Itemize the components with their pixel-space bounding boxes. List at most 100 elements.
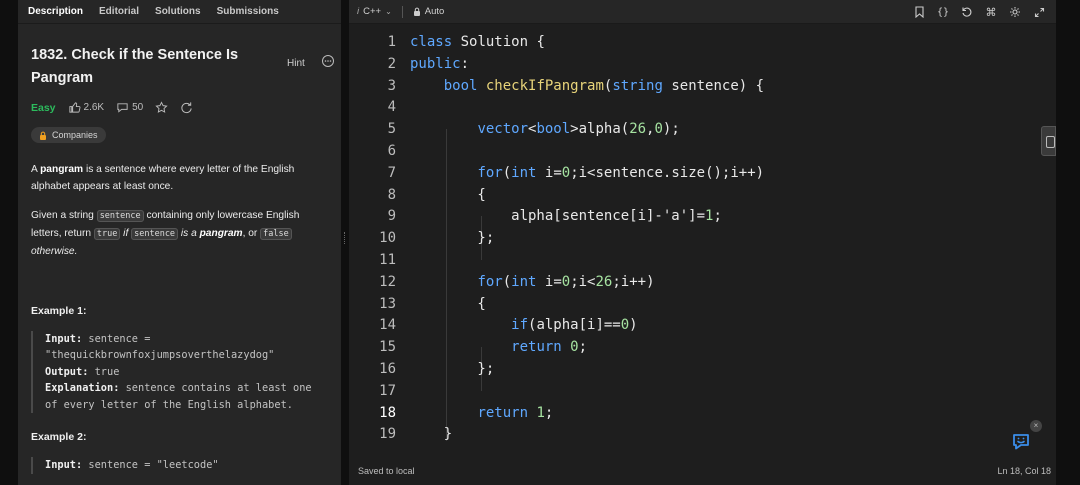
companies-label: Companies: [52, 130, 98, 140]
line-number: 19: [379, 426, 396, 443]
tab-solutions[interactable]: Solutions: [147, 0, 209, 23]
like-icon: [68, 102, 80, 113]
braces-icon[interactable]: {}: [936, 5, 950, 19]
window-edge: [1056, 0, 1080, 485]
tab-submissions[interactable]: Submissions: [209, 0, 287, 23]
favorite-button[interactable]: [155, 101, 168, 114]
close-icon[interactable]: ×: [1030, 420, 1042, 432]
code-text: vector<bool>alpha(26,0);: [477, 121, 680, 138]
line-number: 10: [379, 230, 396, 247]
tab-description[interactable]: Description: [20, 0, 91, 23]
code-line[interactable]: 6: [349, 141, 1044, 163]
editor-actions: {} ⌘: [912, 5, 1046, 19]
reset-icon[interactable]: [960, 5, 974, 19]
code-text: alpha[sentence[i]-'a']=1;: [410, 208, 722, 225]
code-text: return 0;: [511, 339, 588, 356]
code-line[interactable]: 11: [349, 250, 1044, 272]
code-text: for(int i=0;i<26;i++): [477, 273, 655, 290]
code-editor-panel: i C++ ⌄ Auto {} ⌘ 1 class Solution { 2 publ…: [349, 0, 1056, 485]
code-text: {: [410, 295, 486, 312]
lock-icon: [413, 7, 420, 16]
problem-title: 1832. Check if the Sentence Is Pangram: [31, 47, 239, 86]
description-paragraph-2: Given a string sentence containing only …: [31, 209, 300, 257]
comment-count: 50: [132, 102, 144, 113]
code-text: public:: [410, 55, 470, 72]
star-icon: [155, 101, 168, 113]
code-text: bool checkIfPangram(string sentence) {: [443, 77, 765, 94]
problem-tabs: Description Editorial Solutions Submissi…: [18, 0, 341, 24]
code-line[interactable]: 12 for(int i=0;i<26;i++): [349, 272, 1044, 294]
code-text: {: [410, 186, 486, 203]
code-line[interactable]: 13 {: [349, 294, 1044, 316]
example-1-block: Input: sentence = "thequickbrownfoxjumps…: [31, 330, 328, 413]
code-line[interactable]: 5 vector<bool>alpha(26,0);: [349, 119, 1044, 141]
side-panel-toggle[interactable]: [1041, 126, 1056, 156]
difficulty-badge: Easy: [31, 101, 56, 114]
code-line[interactable]: 3 bool checkIfPangram(string sentence) {: [349, 76, 1044, 98]
like-button[interactable]: 2.6K: [68, 101, 105, 114]
line-number: 7: [387, 164, 396, 181]
cursor-position: Ln 18, Col 18: [997, 466, 1051, 476]
share-icon: [181, 102, 192, 114]
example-2-block: Input: sentence = "leetcode": [31, 457, 328, 474]
code-text: for(int i=0;i<sentence.size();i++): [477, 164, 765, 181]
code-line[interactable]: 2 public:: [349, 54, 1044, 76]
comment-icon: [117, 103, 128, 113]
code-text: }: [410, 426, 453, 443]
code-line[interactable]: 10 };: [349, 228, 1044, 250]
code-text: class Solution {: [410, 34, 545, 50]
language-label: C++: [363, 6, 382, 17]
share-button[interactable]: [180, 101, 193, 114]
line-number: 12: [379, 273, 396, 290]
comment-button[interactable]: 50: [116, 101, 143, 114]
code-line[interactable]: 16 };: [349, 359, 1044, 381]
code-line[interactable]: 9 alpha[sentence[i]-'a']=1;: [349, 206, 1044, 228]
like-count: 2.6K: [83, 102, 105, 113]
line-number: 5: [387, 121, 396, 138]
mode-label: Auto: [424, 6, 445, 17]
code-line[interactable]: 15 return 0;: [349, 337, 1044, 359]
line-number: 17: [379, 382, 396, 399]
line-number: 16: [379, 360, 396, 377]
code-text: };: [410, 230, 495, 247]
shortcut-icon[interactable]: ⌘: [984, 5, 998, 19]
code-line[interactable]: 4: [349, 97, 1044, 119]
code-line[interactable]: 19 }: [349, 424, 1044, 446]
code-line[interactable]: 7 for(int i=0;i<sentence.size();i++): [349, 163, 1044, 185]
resize-handle[interactable]: [344, 232, 346, 244]
save-status: Saved to local: [358, 466, 415, 476]
code-line[interactable]: 14 if(alpha[i]==0): [349, 315, 1044, 337]
problem-description: A pangram is a sentence where every lett…: [31, 161, 328, 260]
fullscreen-icon[interactable]: [1032, 5, 1046, 19]
code-line[interactable]: 18 return 1;: [349, 403, 1044, 425]
code-line[interactable]: 1 class Solution {: [349, 32, 1044, 54]
settings-icon[interactable]: [1008, 5, 1022, 19]
example-1-title: Example 1:: [31, 304, 87, 317]
feedback-icon[interactable]: [1010, 430, 1032, 452]
line-number: 15: [379, 339, 396, 356]
line-number: 8: [387, 186, 396, 203]
code-line[interactable]: 17: [349, 381, 1044, 403]
line-number: 1: [387, 34, 396, 50]
auto-mode-toggle[interactable]: Auto: [413, 6, 445, 17]
more-options-icon[interactable]: [321, 54, 335, 68]
language-select[interactable]: i C++ ⌄: [357, 6, 392, 17]
tab-editorial[interactable]: Editorial: [91, 0, 147, 23]
code-area[interactable]: 1 class Solution { 2 public: 3 bool checkIfP…: [349, 32, 1044, 450]
chevron-down-icon: ⌄: [385, 7, 392, 16]
example-2-title: Example 2:: [31, 431, 87, 443]
line-number: 9: [387, 208, 396, 225]
bookmark-icon[interactable]: [912, 5, 926, 19]
editor-status-bar: Saved to local Ln 18, Col 18: [349, 459, 1056, 485]
line-number: 6: [387, 142, 396, 159]
code-text: if(alpha[i]==0): [511, 317, 638, 334]
problem-panel: Description Editorial Solutions Submissi…: [18, 0, 341, 485]
code-text: };: [410, 360, 495, 377]
line-number: 3: [387, 77, 396, 94]
companies-tag[interactable]: Companies: [31, 127, 106, 143]
line-number: 11: [379, 251, 396, 268]
code-line[interactable]: 8 {: [349, 185, 1044, 207]
line-number: 4: [387, 99, 396, 116]
hint-button[interactable]: Hint: [287, 58, 305, 69]
description-paragraph-1: A pangram is a sentence where every lett…: [31, 163, 295, 192]
